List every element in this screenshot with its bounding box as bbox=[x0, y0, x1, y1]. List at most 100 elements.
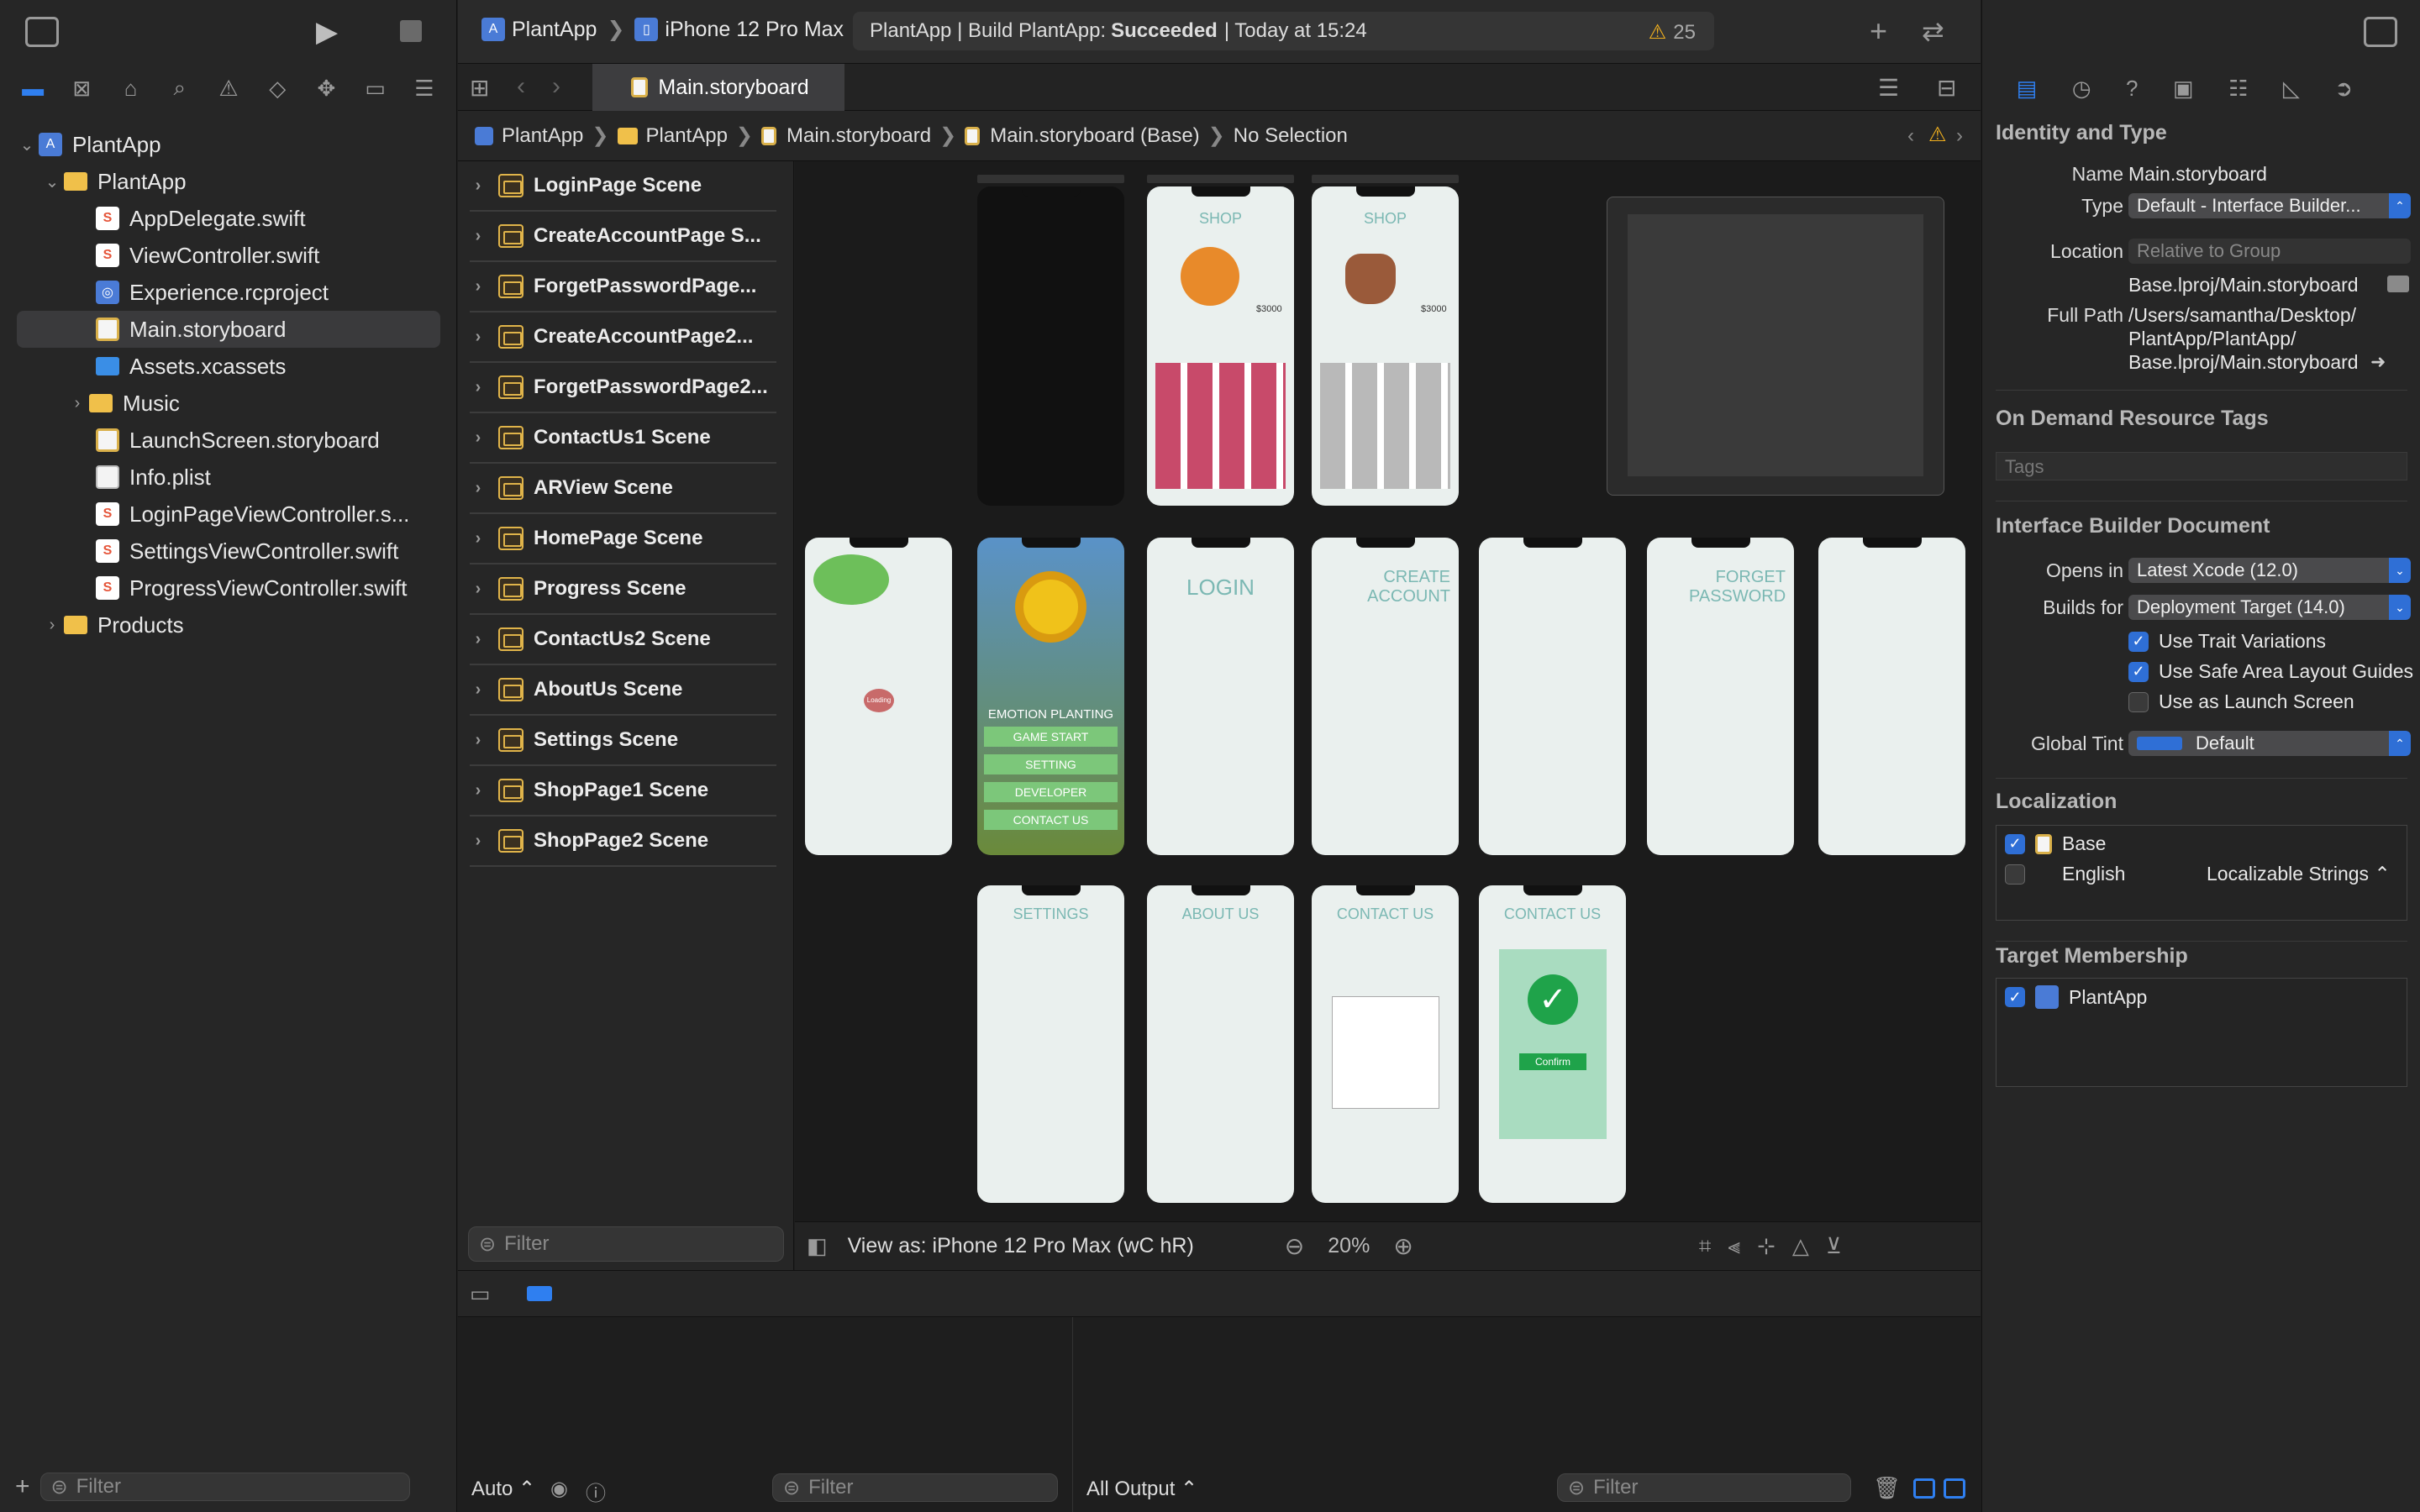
chevron-right-icon[interactable]: › bbox=[470, 832, 487, 851]
tree-item-folder[interactable]: › Music bbox=[0, 385, 457, 422]
phone-forget-password2[interactable] bbox=[1818, 538, 1965, 855]
outline-filter-input[interactable]: ⊜ Filter bbox=[468, 1226, 784, 1262]
phone-shop2[interactable]: SHOP $3000 bbox=[1312, 186, 1459, 506]
test-icon[interactable]: ◇ bbox=[262, 73, 292, 103]
chevron-down-icon[interactable]: ⌄ bbox=[18, 134, 35, 155]
resolve-issues-icon[interactable]: △ bbox=[1792, 1233, 1809, 1259]
forward-icon[interactable]: › bbox=[552, 72, 560, 101]
embed-icon[interactable]: ⊻ bbox=[1826, 1233, 1842, 1259]
auto-selector[interactable]: Auto ⌃ bbox=[471, 1477, 535, 1501]
chevron-right-icon[interactable]: › bbox=[470, 731, 487, 750]
type-select[interactable]: Default - Interface Builder... ⌃ bbox=[2128, 193, 2411, 218]
output-selector[interactable]: All Output ⌃ bbox=[1086, 1477, 1197, 1501]
tree-item-file[interactable]: ◎ Experience.rcproject bbox=[0, 274, 457, 311]
chevron-right-icon[interactable]: › bbox=[470, 680, 487, 700]
scene-row[interactable]: › ShopPage1 Scene bbox=[470, 766, 776, 816]
tree-item-folder[interactable]: ⌄ PlantApp bbox=[0, 163, 457, 200]
launch-screen-checkbox[interactable]: Use as Launch Screen bbox=[2128, 690, 2354, 713]
scheme-selector[interactable]: A PlantApp ❯ ▯ iPhone 12 Pro Max bbox=[481, 17, 844, 42]
chevron-right-icon[interactable]: › bbox=[470, 529, 487, 549]
phone-create-account[interactable]: CREATE ACCOUNT bbox=[1312, 538, 1459, 855]
scene-row[interactable]: › Settings Scene bbox=[470, 716, 776, 766]
navigator-filter-input[interactable]: ⊜ Filter bbox=[39, 1473, 410, 1501]
phone-about-us[interactable]: ABOUT US bbox=[1147, 885, 1294, 1203]
jump-item[interactable]: PlantApp bbox=[502, 124, 583, 148]
back-icon[interactable]: ‹ bbox=[517, 72, 525, 101]
view-as-label[interactable]: View as: iPhone 12 Pro Max (wC hR) bbox=[848, 1234, 1194, 1258]
scene-row[interactable]: › CreateAccountPage2... bbox=[470, 312, 776, 363]
eye-icon[interactable]: ◉ bbox=[550, 1477, 568, 1501]
safe-area-checkbox[interactable]: ✓ Use Safe Area Layout Guides bbox=[2128, 660, 2413, 683]
tree-item-file[interactable]: S ViewController.swift bbox=[0, 237, 457, 274]
console-filter-input[interactable]: ⊜ Filter bbox=[1557, 1473, 1851, 1502]
attributes-inspector-icon[interactable]: ☷ bbox=[2228, 76, 2248, 102]
scene-header[interactable] bbox=[977, 175, 1124, 183]
update-frames-icon[interactable]: ⌗ bbox=[1699, 1233, 1712, 1260]
help-inspector-icon[interactable]: ? bbox=[2126, 76, 2138, 102]
scene-row[interactable]: › CreateAccountPage S... bbox=[470, 212, 776, 262]
chevron-right-icon[interactable]: › bbox=[69, 394, 86, 413]
split-editor-icon[interactable]: ⊟ bbox=[1937, 74, 1956, 102]
phone-arview[interactable] bbox=[977, 186, 1124, 506]
scene-row[interactable]: › ForgetPasswordPage2... bbox=[470, 363, 776, 413]
jump-item[interactable]: Main.storyboard bbox=[786, 124, 931, 148]
tree-item-folder[interactable]: › Products bbox=[0, 606, 457, 643]
jump-item[interactable]: No Selection bbox=[1234, 124, 1348, 148]
scene-row[interactable]: › HomePage Scene bbox=[470, 514, 776, 564]
trait-variations-checkbox[interactable]: ✓ Use Trait Variations bbox=[2128, 630, 2326, 653]
storyboard-canvas[interactable]: SHOP $3000 SHOP $3000 Loading EMOTION PL… bbox=[795, 161, 1981, 1221]
tree-item-file[interactable]: S ProgressViewController.swift bbox=[0, 570, 457, 606]
chevron-right-icon[interactable]: › bbox=[470, 479, 487, 498]
search-icon[interactable]: ⌕ bbox=[165, 73, 195, 103]
opens-select[interactable]: Latest Xcode (12.0) ⌄ bbox=[2128, 558, 2411, 583]
tree-item-file[interactable]: LaunchScreen.storyboard bbox=[0, 422, 457, 459]
trash-icon[interactable]: 🗑 bbox=[1873, 1475, 1901, 1501]
scene-row[interactable]: › ContactUs2 Scene bbox=[470, 615, 776, 665]
folder-icon[interactable] bbox=[2387, 276, 2409, 292]
zoom-out-icon[interactable]: ⊖ bbox=[1285, 1232, 1304, 1260]
size-inspector-icon[interactable]: ◺ bbox=[2283, 76, 2300, 102]
chevron-right-icon[interactable]: › bbox=[470, 227, 487, 246]
scene-header[interactable] bbox=[1147, 175, 1294, 183]
breakpoints-toggle-icon[interactable] bbox=[527, 1286, 552, 1301]
tab-main-storyboard[interactable]: Main.storyboard bbox=[592, 64, 844, 111]
chevron-right-icon[interactable]: › bbox=[470, 428, 487, 448]
phone-home[interactable]: EMOTION PLANTING GAME START SETTING DEVE… bbox=[977, 538, 1124, 855]
jump-item[interactable]: PlantApp bbox=[646, 124, 728, 148]
library-add-icon[interactable]: + bbox=[1870, 13, 1887, 49]
outline-toggle-icon[interactable]: ◧ bbox=[807, 1233, 828, 1259]
prev-issue-icon[interactable]: ‹ bbox=[1907, 124, 1914, 148]
next-issue-icon[interactable]: › bbox=[1956, 124, 1963, 148]
tags-input[interactable]: Tags bbox=[1996, 452, 2407, 480]
localization-base-row[interactable]: ✓ Base bbox=[2005, 832, 2106, 855]
location-select[interactable]: Relative to Group bbox=[2128, 239, 2411, 264]
warning-badge[interactable]: ⚠ 25 bbox=[1649, 20, 1696, 45]
target-row[interactable]: ✓ PlantApp bbox=[2005, 985, 2147, 1009]
chevron-right-icon[interactable]: › bbox=[470, 378, 487, 397]
debug-icon[interactable]: ✥ bbox=[311, 73, 341, 103]
tree-item-file[interactable]: S LoginPageViewController.s... bbox=[0, 496, 457, 533]
add-icon[interactable]: + bbox=[15, 1473, 30, 1501]
inspector-toggle-icon[interactable] bbox=[2364, 17, 2397, 47]
phone-login[interactable]: LOGIN bbox=[1147, 538, 1294, 855]
phone-contact2[interactable]: CONTACT US ✓ Confirm bbox=[1479, 885, 1626, 1203]
scene-row[interactable]: › ForgetPasswordPage... bbox=[470, 262, 776, 312]
history-inspector-icon[interactable]: ◷ bbox=[2072, 76, 2091, 102]
phone-shop1[interactable]: SHOP $3000 bbox=[1147, 186, 1294, 506]
tree-item-file-selected[interactable]: Main.storyboard bbox=[17, 311, 440, 348]
zoom-in-icon[interactable]: ⊕ bbox=[1393, 1232, 1413, 1260]
jump-item[interactable]: Main.storyboard (Base) bbox=[990, 124, 1199, 148]
phone-forget-password[interactable]: FORGET PASSWORD bbox=[1647, 538, 1794, 855]
phone-create-account2[interactable] bbox=[1479, 538, 1626, 855]
chevron-right-icon[interactable]: › bbox=[470, 781, 487, 801]
tree-item-file[interactable]: S AppDelegate.swift bbox=[0, 200, 457, 237]
symbol-navigator-icon[interactable]: ⌂ bbox=[116, 73, 146, 103]
tree-item-file[interactable]: S SettingsViewController.swift bbox=[0, 533, 457, 570]
project-navigator-icon[interactable]: ▬ bbox=[18, 73, 48, 103]
builds-select[interactable]: Deployment Target (14.0) ⌄ bbox=[2128, 595, 2411, 620]
chevron-right-icon[interactable]: › bbox=[470, 277, 487, 297]
editor-options-icon[interactable]: ☰ bbox=[1878, 74, 1899, 102]
tree-item-file[interactable]: Info.plist bbox=[0, 459, 457, 496]
debug-area-toggle-icon[interactable]: ▭ bbox=[470, 1281, 491, 1307]
run-icon[interactable]: ▶ bbox=[316, 15, 338, 49]
